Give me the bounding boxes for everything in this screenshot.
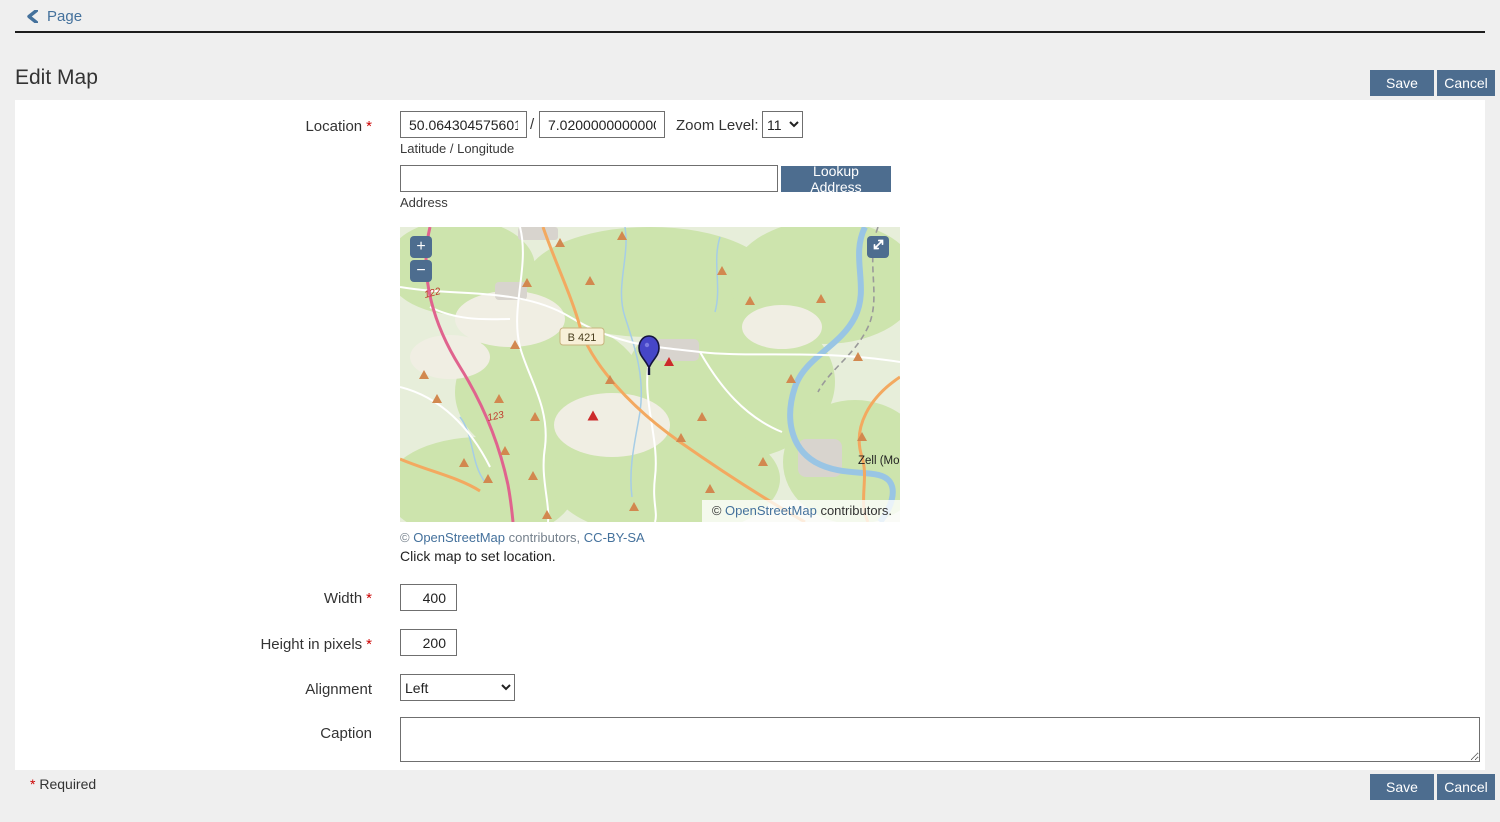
width-required-mark: * [366, 590, 372, 607]
map-attribution-overlay: © OpenStreetMap contributors. [702, 500, 900, 522]
road-ref-shield: B 421 [560, 328, 604, 345]
page-title: Edit Map [15, 66, 98, 90]
width-label: Width* [15, 590, 372, 607]
save-button-bottom[interactable]: Save [1370, 774, 1434, 800]
openstreetmap-link-below[interactable]: OpenStreetMap [413, 530, 505, 545]
header-divider [15, 31, 1485, 33]
location-label: Location* [15, 118, 372, 135]
openstreetmap-link-overlay[interactable]: OpenStreetMap [725, 503, 817, 518]
zoom-level-select[interactable]: 11 [762, 111, 803, 138]
required-asterisk: * [30, 776, 35, 792]
address-hint: Address [400, 195, 448, 210]
save-button-top[interactable]: Save [1370, 70, 1434, 96]
width-input[interactable] [400, 584, 457, 611]
map-attribution-below: © OpenStreetMap contributors, CC-BY-SA [400, 530, 645, 545]
address-input[interactable] [400, 165, 778, 192]
alignment-label: Alignment [15, 681, 372, 698]
map-tiles: 122 123 B 421 Zell (Mos [400, 227, 900, 522]
back-chevron-icon [27, 10, 38, 23]
map-zoom-out-button[interactable]: − [410, 260, 432, 282]
lookup-address-button[interactable]: Lookup Address [781, 166, 891, 192]
alignment-select[interactable]: Left [400, 674, 515, 701]
height-input[interactable] [400, 629, 457, 656]
cc-by-sa-link[interactable]: CC-BY-SA [584, 530, 645, 545]
town-label: Zell (Mos [858, 455, 900, 467]
click-map-hint: Click map to set location. [400, 548, 556, 564]
height-label: Height in pixels* [15, 636, 372, 653]
map-expand-button[interactable] [867, 236, 889, 258]
back-label: Page [47, 8, 82, 25]
cancel-button-bottom[interactable]: Cancel [1437, 774, 1495, 800]
cancel-button-top[interactable]: Cancel [1437, 70, 1495, 96]
zoom-level-label: Zoom Level: [676, 117, 759, 134]
back-to-page-link[interactable]: Page [27, 8, 82, 25]
caption-textarea[interactable] [400, 717, 1480, 762]
map-preview[interactable]: 122 123 B 421 Zell (Mos + − © [400, 227, 900, 522]
map-zoom-in-button[interactable]: + [410, 236, 432, 258]
road-ref-label: B 421 [568, 332, 597, 344]
longitude-input[interactable] [539, 111, 665, 138]
location-required-mark: * [366, 118, 372, 135]
required-note: * Required [30, 776, 96, 792]
latitude-input[interactable] [400, 111, 527, 138]
caption-label: Caption [15, 725, 372, 742]
expand-icon [872, 237, 885, 257]
lat-lng-hint: Latitude / Longitude [400, 141, 514, 156]
edit-map-screen: Page Edit Map Save Cancel Location* / Zo… [0, 0, 1500, 822]
lat-lng-separator: / [530, 116, 534, 133]
height-required-mark: * [366, 636, 372, 653]
